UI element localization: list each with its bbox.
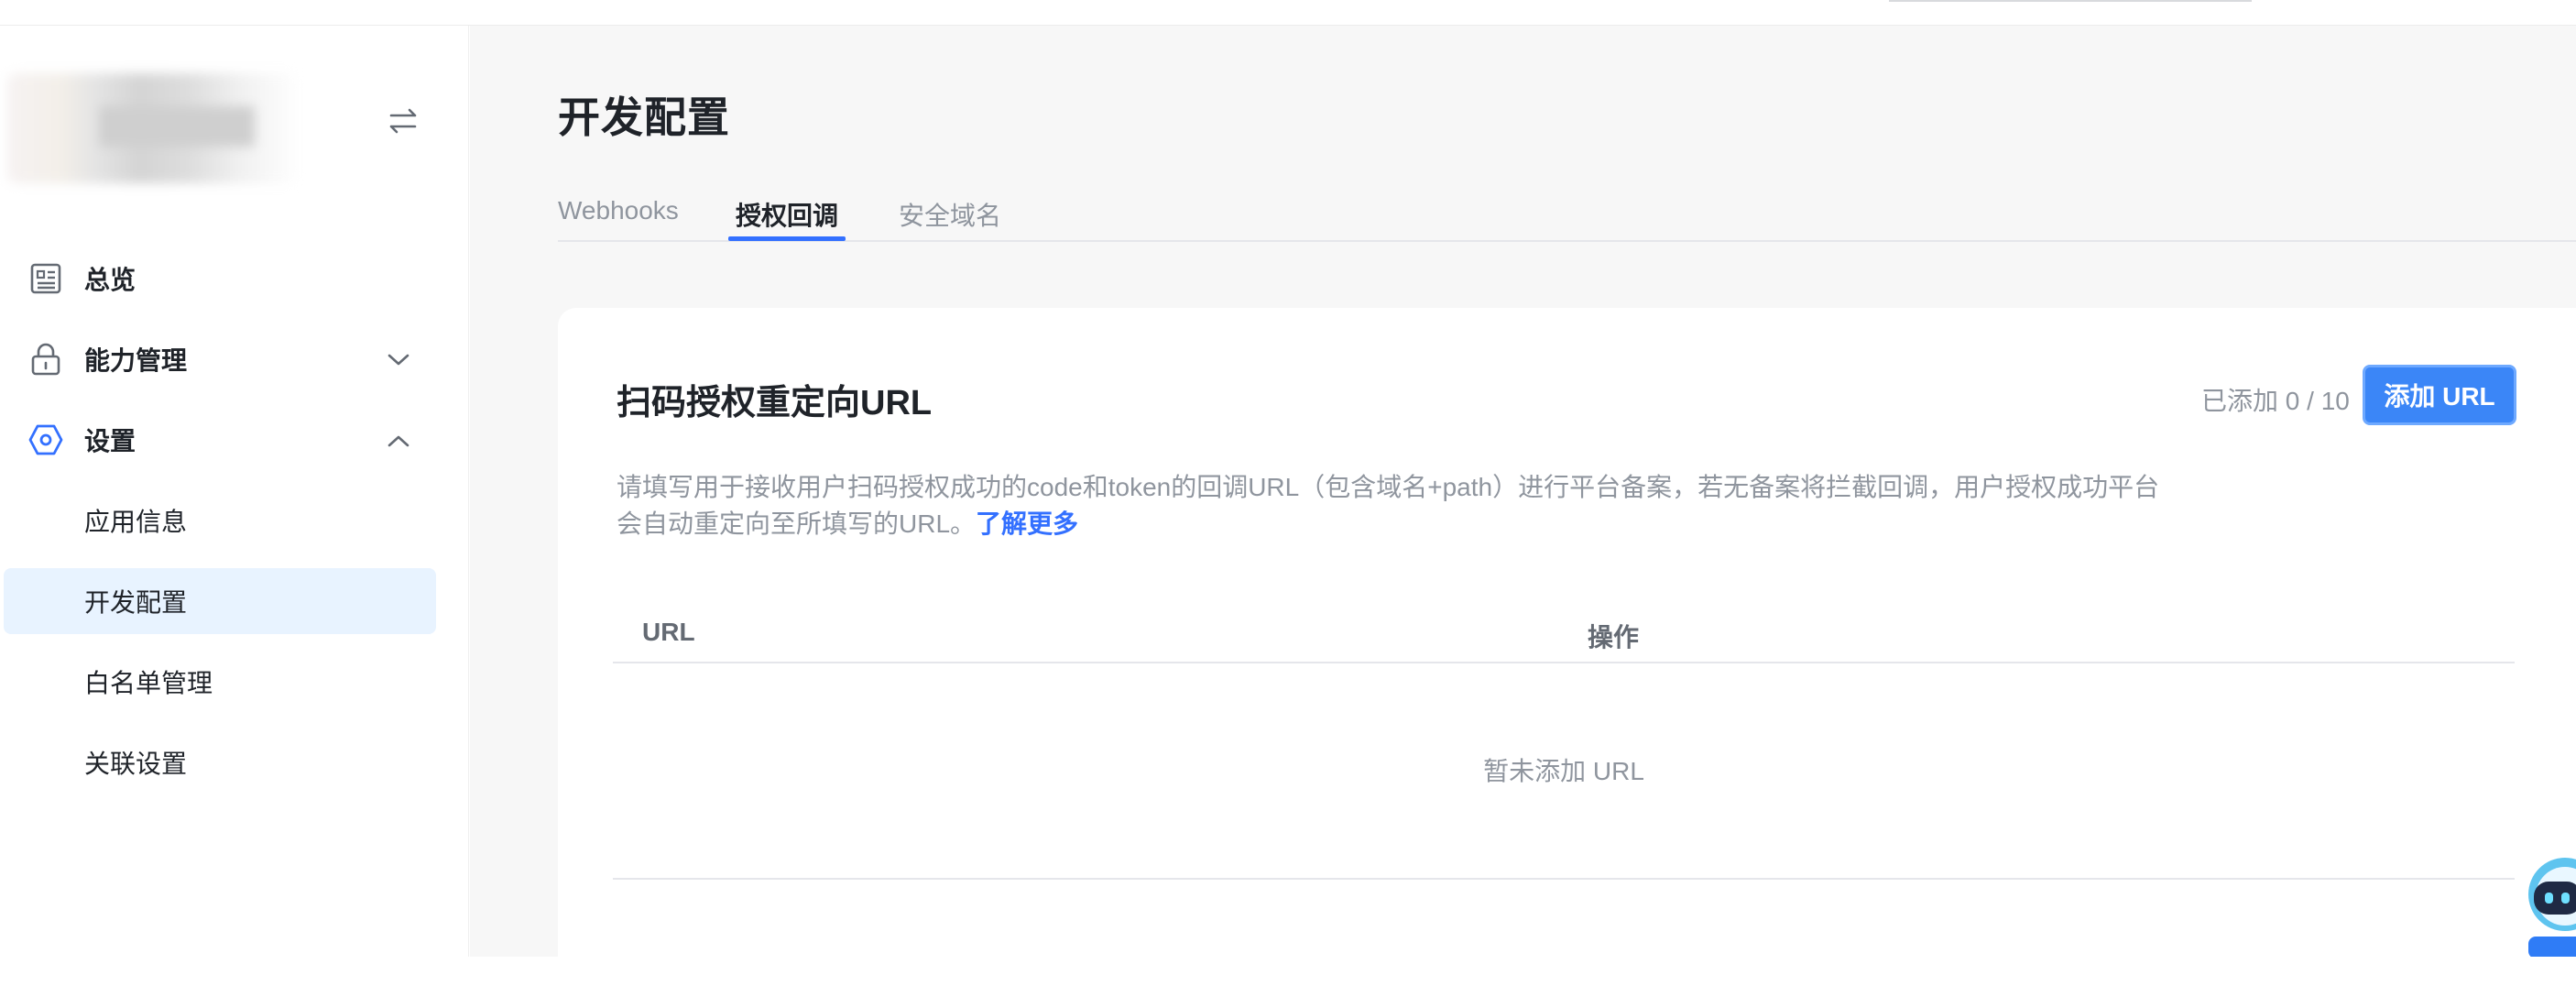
sidebar: 总览 能力管理 设置 应用信息 开发配置 白名单管理 关联设置 — [0, 0, 469, 957]
robot-icon — [2528, 858, 2576, 957]
sidebar-subitem-app-info[interactable]: 应用信息 — [4, 488, 436, 553]
description-text: 请填写用于接收用户扫码授权成功的code和token的回调URL（包含域名+pa… — [617, 473, 2160, 538]
sidebar-item-capability-management[interactable]: 能力管理 — [4, 326, 436, 392]
sidebar-item-label: 白名单管理 — [84, 669, 213, 697]
overview-icon — [27, 262, 64, 295]
sidebar-subitem-association-settings[interactable]: 关联设置 — [4, 729, 436, 795]
sidebar-subitem-whitelist[interactable]: 白名单管理 — [4, 649, 436, 715]
card-description: 请填写用于接收用户扫码授权成功的code和token的回调URL（包含域名+pa… — [617, 469, 2174, 542]
collapse-sidebar-button[interactable] — [383, 103, 423, 139]
main-content: 开发配置 Webhooks 授权回调 安全域名 扫码授权重定向URL 已添加 0… — [470, 26, 2576, 986]
url-table: URL 操作 暂未添加 URL — [613, 603, 2515, 880]
sidebar-item-overview[interactable]: 总览 — [4, 246, 436, 312]
table-empty-state: 暂未添加 URL — [613, 663, 2515, 880]
sidebar-item-label: 开发配置 — [84, 588, 188, 617]
app-logo-blurred — [7, 73, 300, 183]
table-header: URL 操作 — [613, 603, 2515, 663]
chevron-down-icon — [385, 346, 412, 374]
sidebar-item-label: 总览 — [84, 266, 136, 294]
chevron-up-icon — [385, 427, 412, 455]
sidebar-subitem-dev-config[interactable]: 开发配置 — [4, 568, 436, 634]
settings-icon — [27, 423, 64, 456]
tab-auth-callback[interactable]: 授权回调 — [736, 183, 838, 242]
sidebar-item-label: 设置 — [84, 427, 136, 455]
top-bar — [0, 0, 2576, 26]
column-header-actions: 操作 — [1588, 623, 1640, 652]
tab-webhooks[interactable]: Webhooks — [558, 183, 679, 242]
sidebar-item-label: 应用信息 — [84, 508, 188, 536]
sidebar-item-label: 关联设置 — [84, 750, 188, 778]
column-header-url: URL — [642, 618, 695, 646]
empty-text: 暂未添加 URL — [1483, 757, 1644, 785]
sidebar-item-label: 能力管理 — [84, 346, 188, 375]
sidebar-item-settings[interactable]: 设置 — [4, 407, 436, 473]
assistant-robot-button[interactable] — [2508, 849, 2576, 957]
lock-icon — [27, 343, 64, 376]
top-search-field[interactable] — [1889, 0, 2252, 2]
added-count: 已添加 0 / 10 — [2201, 387, 2350, 415]
learn-more-link[interactable]: 了解更多 — [976, 509, 1078, 538]
redirect-url-card: 扫码授权重定向URL 已添加 0 / 10 添加 URL 请填写用于接收用户扫码… — [558, 308, 2576, 986]
swap-arrows-icon — [389, 108, 417, 134]
active-tab-indicator — [728, 236, 846, 241]
card-title: 扫码授权重定向URL — [617, 384, 933, 422]
page-title: 开发配置 — [558, 93, 730, 141]
tab-bar: Webhooks 授权回调 安全域名 — [558, 183, 2576, 242]
tab-security-domain[interactable]: 安全域名 — [899, 183, 1001, 242]
add-url-button[interactable]: 添加 URL — [2363, 365, 2516, 425]
